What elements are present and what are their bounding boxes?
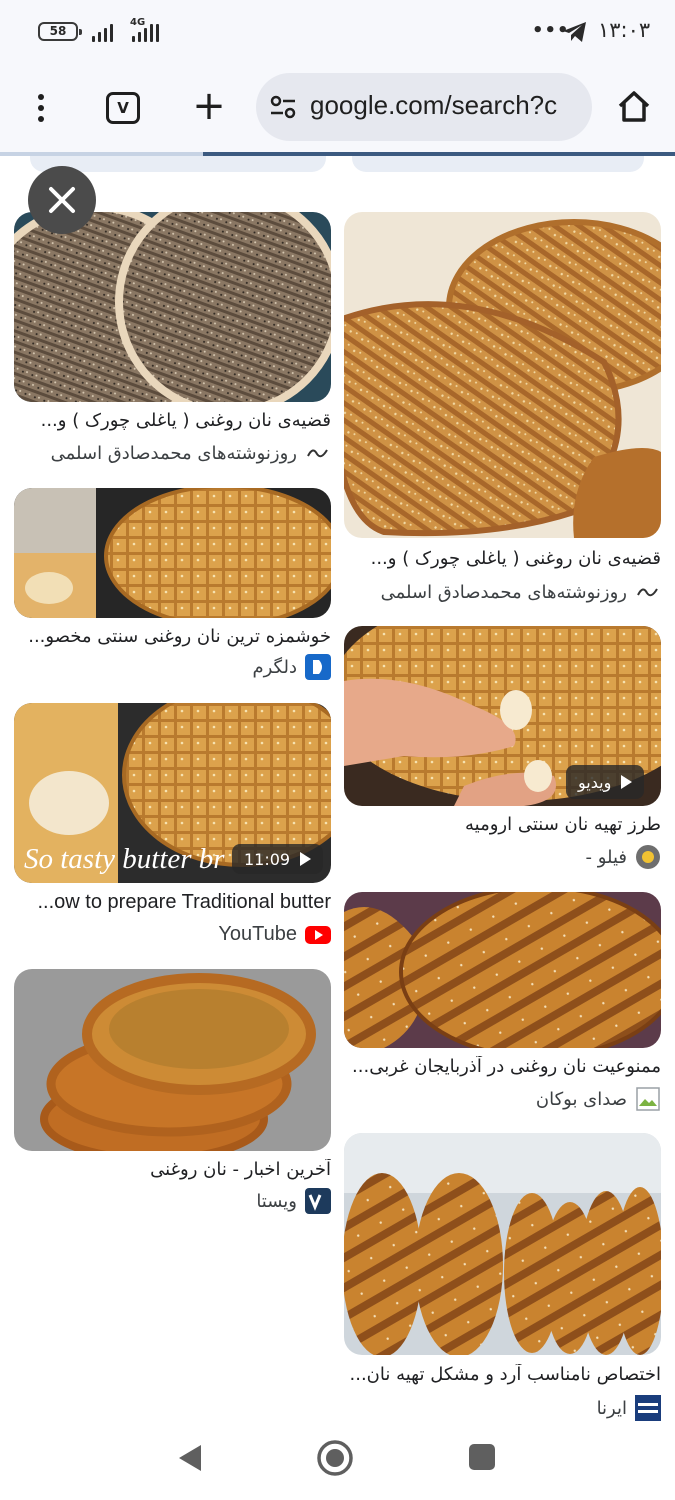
result-source-name: روزنوشته‌های محمدصادق اسلمی [50, 442, 297, 464]
blog-signature-icon [635, 579, 661, 605]
result-source[interactable]: ویستا [256, 1188, 331, 1214]
system-nav-bar [0, 1430, 675, 1500]
play-icon [621, 775, 633, 789]
result-thumbnail[interactable]: So tasty butter br 11:09 [14, 703, 331, 883]
result-thumbnail[interactable]: ویدیو [344, 626, 661, 806]
url-text[interactable]: google.com/search?c [310, 90, 557, 121]
result-title[interactable]: قضیه‌ی نان روغنی ( یاغلی چورک ) و... [344, 548, 661, 569]
address-bar[interactable]: google.com/search?c [256, 73, 592, 141]
video-duration: 11:09 [244, 849, 291, 869]
close-icon [49, 187, 75, 213]
result-title[interactable]: طرز تهیه نان سنتی ارومیه [344, 814, 661, 835]
result-source-name: دلگرم [252, 656, 297, 678]
result-title[interactable]: ...ow to prepare Traditional butter [14, 891, 332, 914]
back-icon[interactable] [175, 1442, 205, 1474]
result-thumbnail[interactable] [344, 212, 661, 538]
result-source-name: ویستا [256, 1190, 297, 1212]
result-title[interactable]: قضیه‌ی نان روغنی ( یاغلی چورک ) و... [14, 410, 331, 431]
result-source[interactable]: دلگرم [252, 654, 331, 680]
signal-icon [92, 22, 113, 42]
delgarm-icon [305, 654, 331, 680]
result-title[interactable]: ممنوعیت نان روغنی در آذربایجان غربی... [344, 1056, 661, 1077]
result-source-name: ایرنا [596, 1397, 627, 1419]
filter-chip[interactable] [352, 156, 644, 172]
irna-icon [635, 1395, 661, 1421]
result-source-name: صدای بوکان [535, 1088, 627, 1110]
result-thumbnail[interactable] [14, 969, 331, 1151]
broken-image-icon [636, 1087, 660, 1111]
video-overlay-text: So tasty butter br [24, 843, 225, 875]
new-tab-icon[interactable]: + [186, 82, 232, 132]
close-button[interactable] [28, 166, 96, 234]
result-thumbnail[interactable] [344, 892, 661, 1048]
result-source-name: YouTube [218, 922, 297, 945]
recent-apps-icon[interactable] [469, 1444, 495, 1470]
clock: ۱۳:۰۳ [598, 18, 651, 42]
status-bar: 58 4G ••• ۱۳:۰۳ [0, 0, 675, 64]
blog-signature-icon [305, 440, 331, 466]
video-duration-badge: 11:09 [232, 844, 324, 874]
site-settings-icon[interactable] [270, 95, 296, 119]
home-icon[interactable] [614, 86, 654, 126]
result-title[interactable]: آخرین اخبار - نان روغنی [14, 1159, 331, 1180]
result-source[interactable]: روزنوشته‌های محمدصادق اسلمی [381, 579, 661, 605]
signal-icon-2 [132, 22, 159, 42]
result-thumbnail[interactable] [344, 1133, 661, 1355]
result-source[interactable]: YouTube [218, 921, 331, 947]
telegram-icon [563, 22, 586, 42]
video-badge: ویدیو [566, 765, 645, 799]
result-title[interactable]: خوشمزه ترین نان روغنی سنتی مخصو... [14, 626, 331, 647]
result-source-name: روزنوشته‌های محمدصادق اسلمی [380, 581, 627, 603]
more-vert-icon[interactable] [22, 88, 60, 128]
tabs-icon[interactable]: V [106, 92, 140, 124]
result-source[interactable]: روزنوشته‌های محمدصادق اسلمی [51, 440, 331, 466]
play-icon [300, 852, 312, 866]
battery-icon: 58 [38, 22, 82, 41]
result-source[interactable]: صدای بوکان [536, 1086, 661, 1112]
result-source-name: - فیلو [585, 846, 627, 868]
vista-icon [305, 1188, 331, 1214]
result-source[interactable]: ایرنا [597, 1395, 661, 1421]
result-thumbnail[interactable] [14, 212, 331, 402]
result-thumbnail[interactable] [14, 488, 331, 618]
home-circle-icon[interactable] [316, 1439, 354, 1477]
youtube-icon [305, 926, 331, 944]
filo-icon [636, 845, 660, 869]
result-source[interactable]: - فیلو [585, 844, 661, 870]
video-badge-label: ویدیو [578, 772, 612, 792]
result-title[interactable]: اختصاص نامناسب آرد و مشکل تهیه نان... [344, 1364, 662, 1385]
browser-toolbar: V + google.com/search?c [0, 64, 675, 154]
